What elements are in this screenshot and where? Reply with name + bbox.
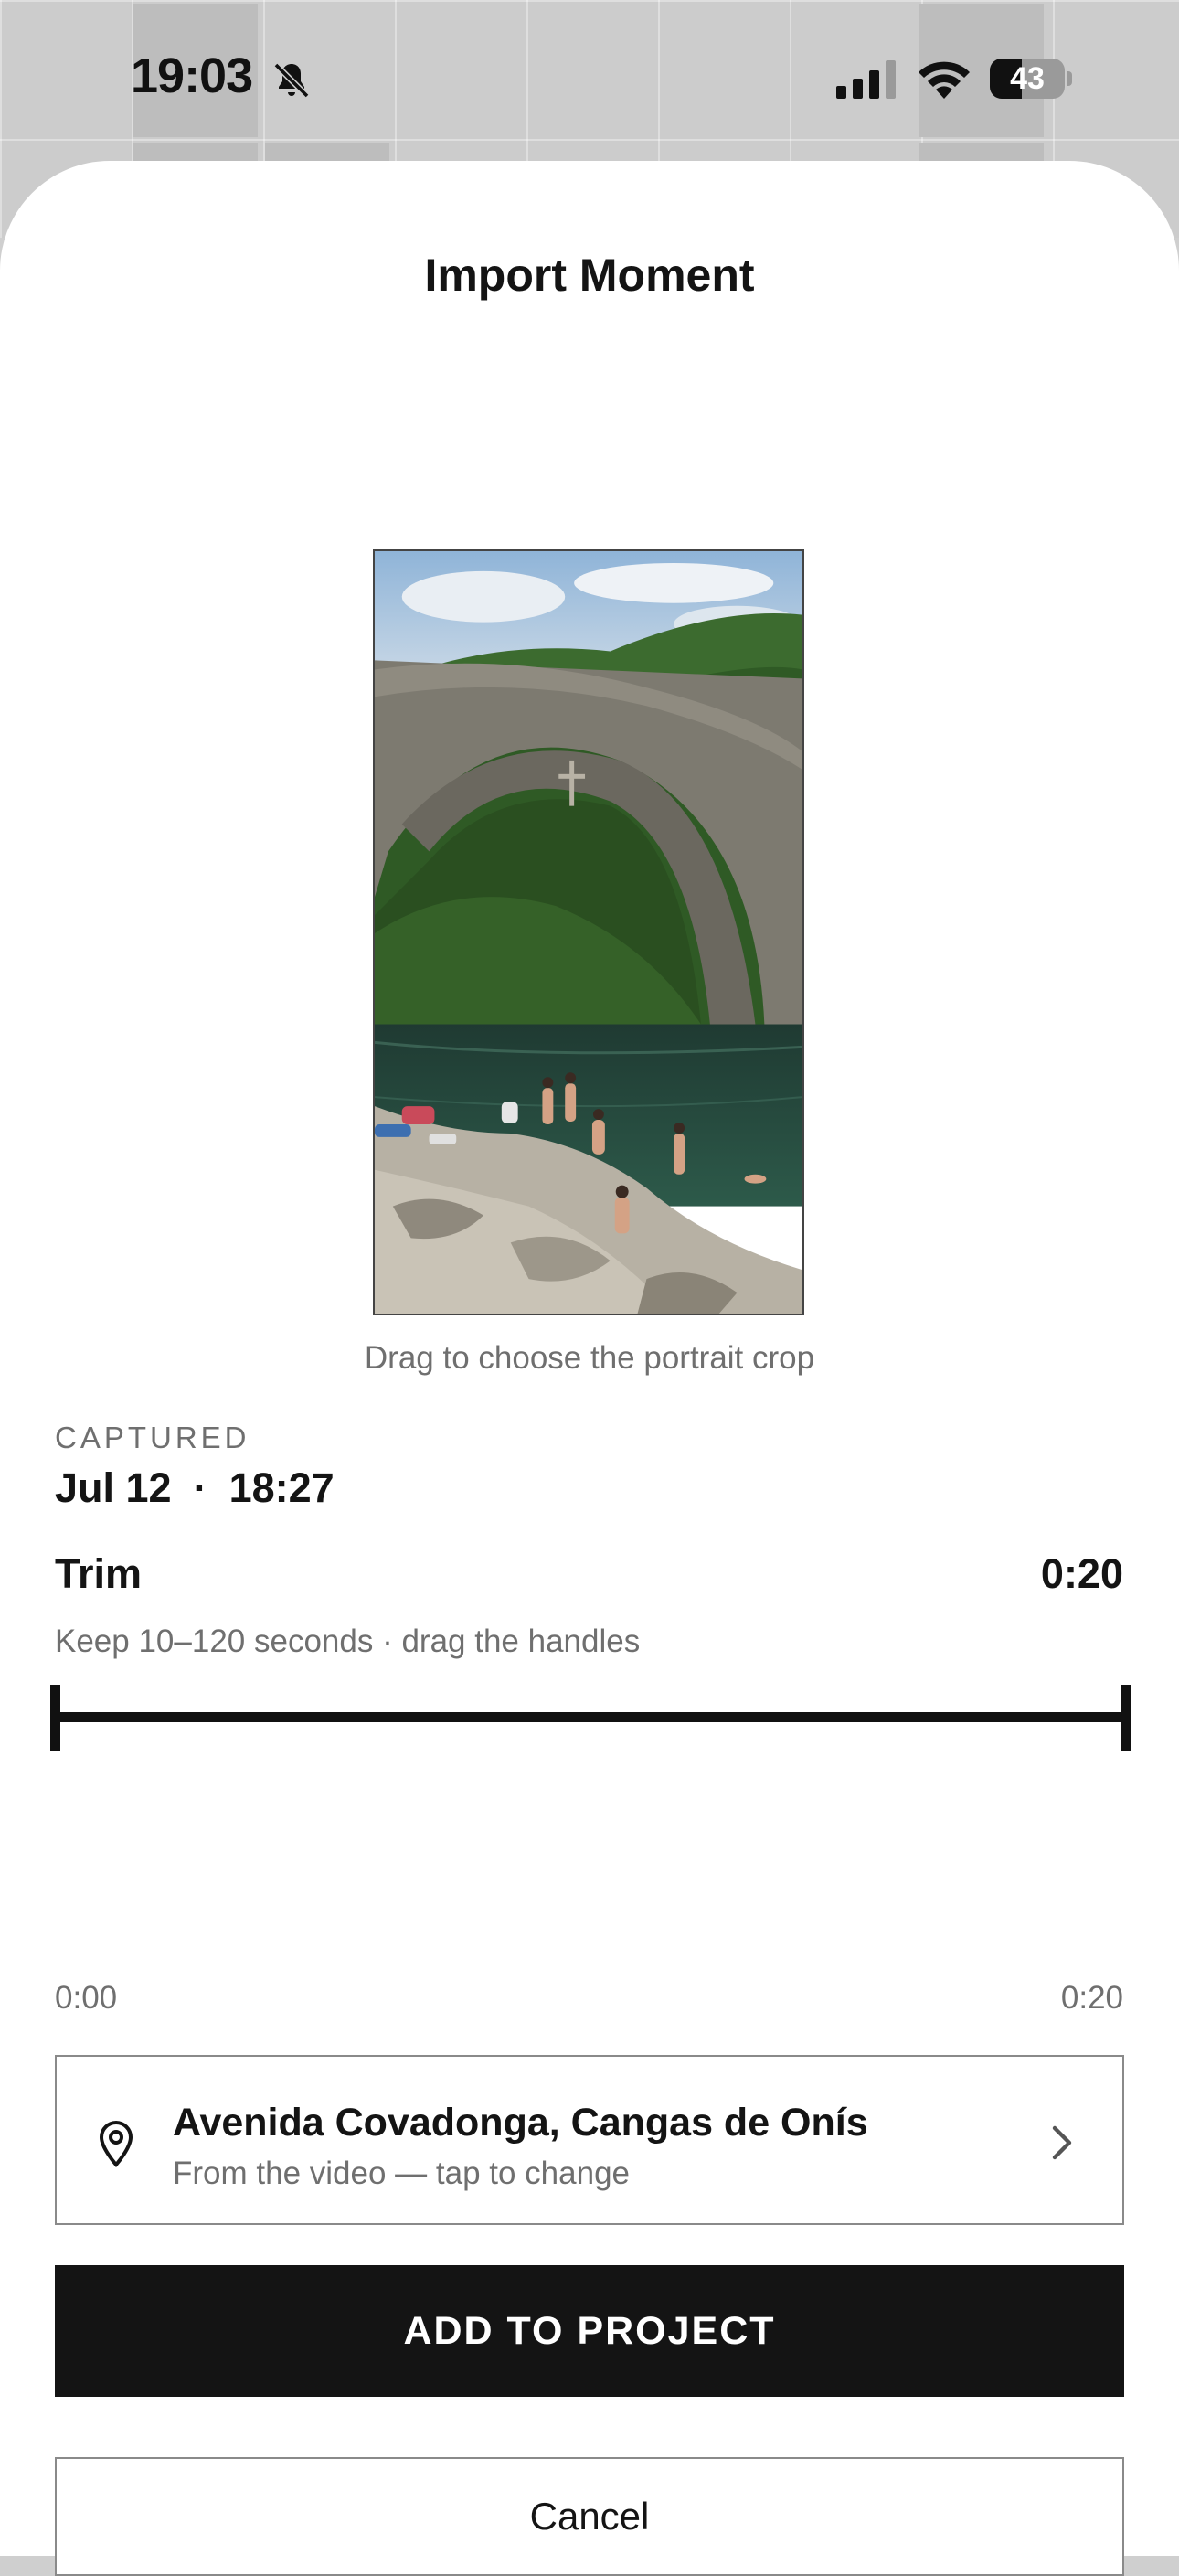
chevron-right-icon — [1052, 2125, 1072, 2160]
sheet-title: Import Moment — [424, 250, 755, 301]
status-time: 19:03 — [131, 48, 253, 103]
captured-separator: · — [193, 1464, 207, 1511]
trim-title: Trim — [55, 1550, 143, 1597]
trim-track[interactable] — [55, 1712, 1124, 1722]
video-preview-crop[interactable] — [373, 549, 804, 1315]
map-pin-icon — [99, 2120, 133, 2168]
trim-duration: 0:20 — [1040, 1550, 1123, 1597]
cellular-signal-icon — [836, 60, 896, 99]
import-moment-sheet: Import Moment Drag to choose the portrai… — [0, 161, 1179, 2576]
location-title: Avenida Covadonga, Cangas de Onís — [173, 2101, 868, 2145]
trim-hint: Keep 10–120 seconds · drag the handles — [55, 1623, 641, 1659]
battery-icon: 43 — [990, 59, 1072, 99]
captured-time: 18:27 — [228, 1464, 335, 1511]
battery-tip — [1067, 71, 1072, 86]
trim-start-handle[interactable] — [50, 1685, 60, 1751]
location-subtitle: From the video — tap to change — [173, 2156, 630, 2191]
captured-value: Jul 12 · 18:27 — [55, 1464, 335, 1512]
battery-body: 43 — [990, 59, 1065, 99]
status-bar: 19:03 43 — [0, 0, 1179, 160]
trim-start-label: 0:00 — [55, 1980, 118, 2016]
bell-slash-icon — [273, 62, 310, 99]
crop-hint: Drag to choose the portrait crop — [364, 1340, 815, 1376]
trim-end-label: 0:20 — [1060, 1980, 1123, 2016]
wifi-icon — [919, 61, 970, 99]
battery-percent: 43 — [1010, 61, 1045, 96]
video-preview-image — [375, 551, 802, 1314]
location-row[interactable]: Avenida Covadonga, Cangas de Onís From t… — [55, 2055, 1124, 2225]
cancel-button[interactable]: Cancel — [55, 2457, 1124, 2576]
trim-end-handle[interactable] — [1121, 1685, 1131, 1751]
add-to-project-button[interactable]: ADD TO PROJECT — [55, 2265, 1124, 2397]
captured-date: Jul 12 — [55, 1464, 172, 1511]
captured-label: CAPTURED — [55, 1421, 250, 1454]
